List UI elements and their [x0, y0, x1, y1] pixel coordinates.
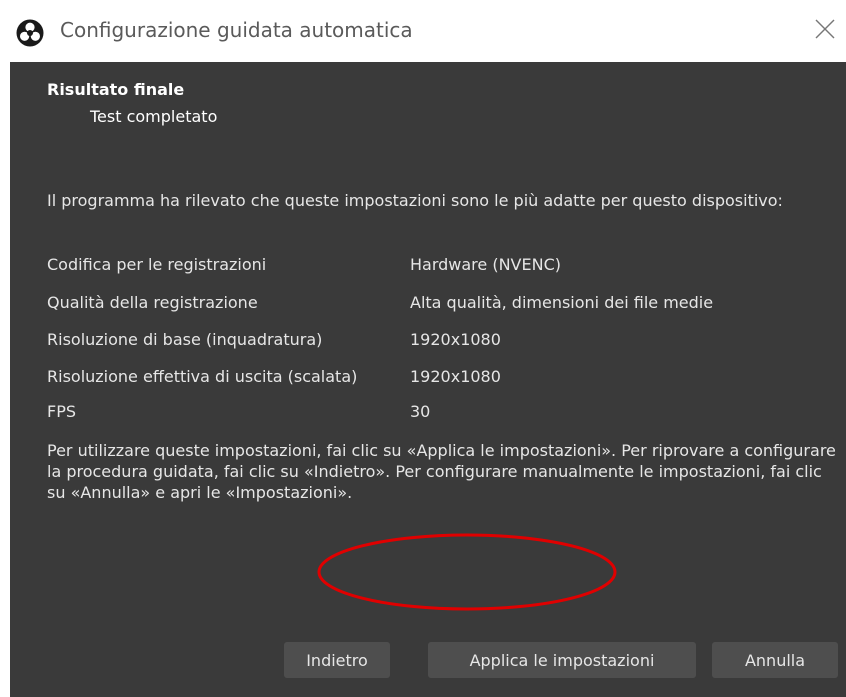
- intro-text: Il programma ha rilevato che queste impo…: [47, 191, 783, 210]
- settings-row-quality: Qualità della registrazione Alta qualità…: [47, 293, 837, 317]
- setting-value: Hardware (NVENC): [410, 255, 561, 274]
- obs-logo-icon: [16, 19, 44, 47]
- cancel-button[interactable]: Annulla: [712, 642, 838, 678]
- setting-label: Risoluzione effettiva di uscita (scalata…: [47, 367, 358, 386]
- setting-value: 30: [410, 402, 431, 421]
- setting-label: FPS: [47, 402, 77, 421]
- setting-value: Alta qualità, dimensioni dei file medie: [410, 293, 714, 312]
- red-ellipse-annotation: [317, 533, 617, 611]
- back-button[interactable]: Indietro: [284, 642, 390, 678]
- title-bar: Configurazione guidata automatica: [0, 0, 846, 62]
- wizard-window: Configurazione guidata automatica Risult…: [0, 0, 846, 697]
- window-title: Configurazione guidata automatica: [60, 18, 413, 42]
- setting-value: 1920x1080: [410, 330, 501, 349]
- wizard-content: Risultato finale Test completato Il prog…: [10, 62, 846, 697]
- apply-settings-button[interactable]: Applica le impostazioni: [428, 642, 696, 678]
- section-subtitle: Test completato: [90, 107, 218, 126]
- setting-label: Risoluzione di base (inquadratura): [47, 330, 323, 349]
- section-title: Risultato finale: [47, 80, 185, 99]
- settings-row-fps: FPS 30: [47, 402, 837, 426]
- settings-row-base-resolution: Risoluzione di base (inquadratura) 1920x…: [47, 330, 837, 354]
- setting-label: Qualità della registrazione: [47, 293, 258, 312]
- close-icon[interactable]: [814, 18, 836, 40]
- settings-row-output-resolution: Risoluzione effettiva di uscita (scalata…: [47, 367, 837, 391]
- instructions-text: Per utilizzare queste impostazioni, fai …: [47, 441, 836, 502]
- setting-label: Codifica per le registrazioni: [47, 255, 267, 274]
- setting-value: 1920x1080: [410, 367, 501, 386]
- settings-row-encoder: Codifica per le registrazioni Hardware (…: [47, 255, 837, 279]
